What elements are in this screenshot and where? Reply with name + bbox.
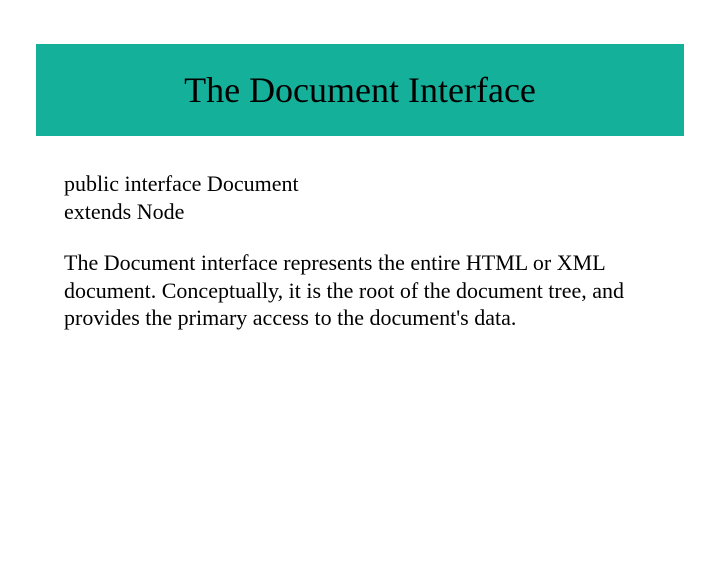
declaration-line-1: public interface Document [64, 170, 656, 198]
interface-description: The Document interface represents the en… [64, 249, 656, 332]
slide-body: public interface Document extends Node T… [0, 136, 720, 332]
interface-declaration: public interface Document extends Node [64, 170, 656, 225]
declaration-line-2: extends Node [64, 198, 656, 226]
slide-title: The Document Interface [184, 69, 536, 111]
title-bar: The Document Interface [36, 44, 684, 136]
